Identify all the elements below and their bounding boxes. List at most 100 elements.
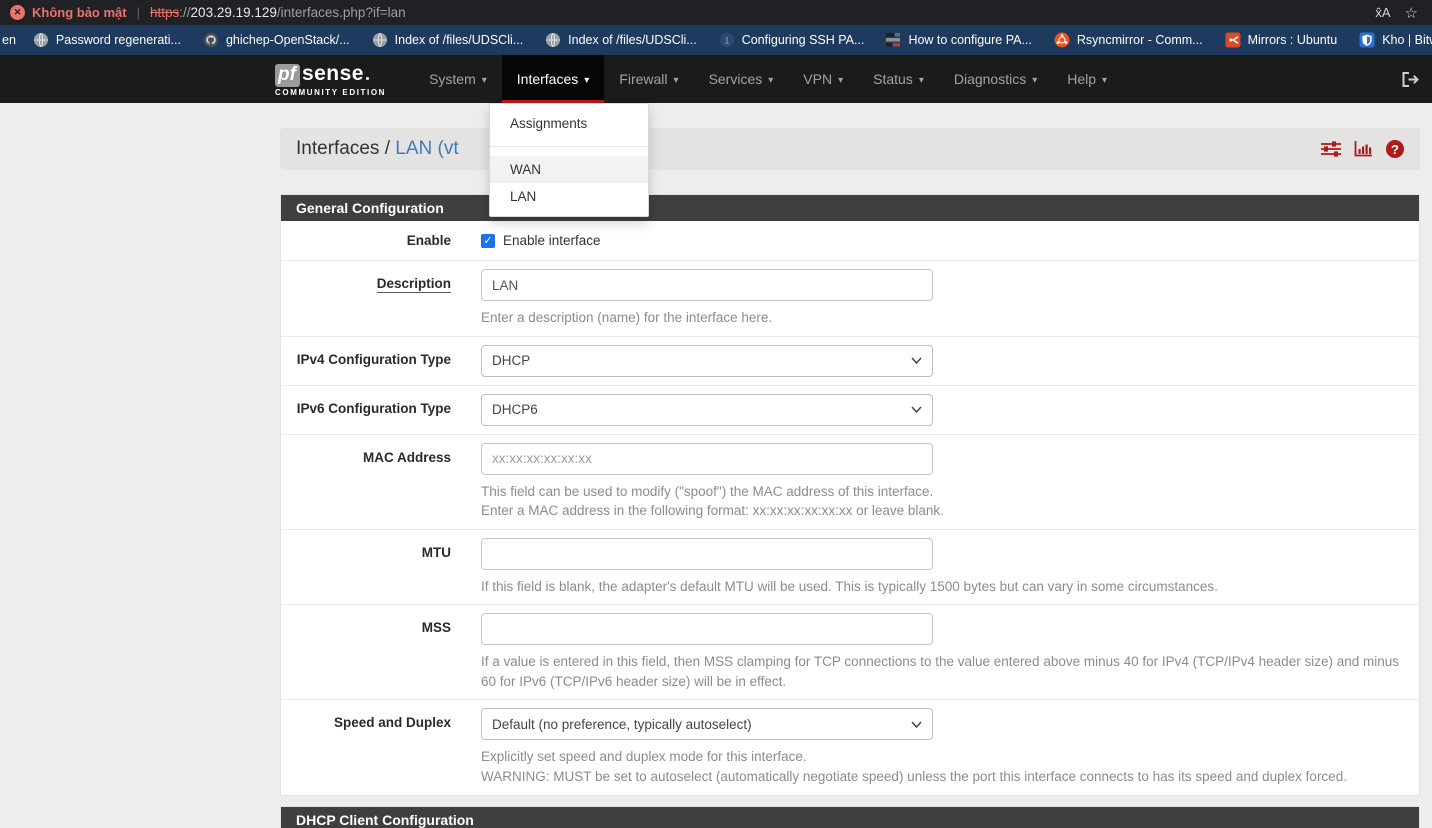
help-icon[interactable]: ? xyxy=(1386,140,1404,158)
general-configuration-panel: General Configuration Enable ✓ Enable in… xyxy=(280,194,1420,796)
nav-interfaces[interactable]: Interfaces▾ xyxy=(502,55,605,103)
help-text: WARNING: MUST be set to autoselect (auto… xyxy=(481,769,1347,784)
field-label: Enable xyxy=(296,233,451,248)
nav-label: Interfaces xyxy=(517,71,578,87)
help-text: Explicitly set speed and duplex mode for… xyxy=(481,749,807,764)
bookmark-label: Password regenerati... xyxy=(56,33,181,47)
help-text: If a value is entered in this field, the… xyxy=(481,652,1404,691)
help-text: If this field is blank, the adapter's de… xyxy=(481,577,1404,597)
ipv4-type-row: IPv4 Configuration Type DHCP xyxy=(281,337,1419,386)
breadcrumb: Interfaces / LAN (vt ? xyxy=(280,128,1420,170)
nav-diagnostics[interactable]: Diagnostics▾ xyxy=(939,55,1052,103)
pfsense-navbar: pf sense COMMUNITY EDITION System▾ Inter… xyxy=(0,55,1432,103)
bookmark-label: Kho | Bitwarden Web... xyxy=(1382,33,1432,47)
url-scheme: https xyxy=(150,5,179,20)
panel-title: DHCP Client Configuration xyxy=(281,807,1419,828)
menu-item-lan[interactable]: LAN xyxy=(490,183,648,210)
bookmark-star-icon[interactable]: ☆ xyxy=(1405,4,1418,22)
speed-duplex-select[interactable]: Default (no preference, typically autose… xyxy=(481,708,933,740)
breadcrumb-current-link[interactable]: LAN (vt xyxy=(395,138,458,159)
bookmark-label: Index of /files/UDSCli... xyxy=(568,33,697,47)
logo-pf-badge: pf xyxy=(275,64,300,87)
bookmark-label: Mirrors : Ubuntu xyxy=(1248,33,1338,47)
bookmark-item[interactable]: Index of /files/UDSCli... xyxy=(534,32,708,48)
menu-item-assignments[interactable]: Assignments xyxy=(490,110,648,137)
nav-status[interactable]: Status▾ xyxy=(858,55,939,103)
ubuntu-icon xyxy=(1054,32,1070,48)
bitwarden-shield-icon xyxy=(1359,32,1375,48)
nav-label: Services xyxy=(709,71,763,87)
nav-system[interactable]: System▾ xyxy=(414,55,502,103)
description-input[interactable] xyxy=(481,269,933,301)
chevron-down-icon xyxy=(911,721,922,728)
help-text: Enter a MAC address in the following for… xyxy=(481,503,944,518)
pfsense-logo[interactable]: pf sense COMMUNITY EDITION xyxy=(275,55,386,103)
address-separator: | xyxy=(137,5,140,20)
chevron-down-icon xyxy=(911,406,922,413)
menu-item-wan[interactable]: WAN xyxy=(490,156,648,183)
bookmark-label: en xyxy=(2,33,16,47)
not-secure-icon[interactable]: ✕ xyxy=(10,5,25,20)
ipv4-configuration-type-select[interactable]: DHCP xyxy=(481,345,933,377)
ipv6-configuration-type-select[interactable]: DHCP6 xyxy=(481,394,933,426)
bookmark-item[interactable]: Kho | Bitwarden Web... xyxy=(1348,32,1432,48)
url-host: 203.29.19.129 xyxy=(191,5,277,20)
bookmark-item[interactable]: How to configure PA... xyxy=(875,33,1042,47)
ubuntu-mirrors-icon xyxy=(1225,32,1241,48)
mss-input[interactable] xyxy=(481,613,933,645)
help-text: Enter a description (name) for the inter… xyxy=(481,308,1404,328)
field-label: MTU xyxy=(296,538,451,597)
bookmark-label: Rsyncmirror - Comm... xyxy=(1077,33,1203,47)
bookmark-label: Index of /files/UDSCli... xyxy=(395,33,524,47)
chevron-down-icon: ▾ xyxy=(838,75,843,86)
logo-dot xyxy=(366,77,369,80)
logout-button[interactable] xyxy=(1401,55,1420,103)
nav-label: Status xyxy=(873,71,913,87)
bookmark-item[interactable]: ghichep-OpenStack/... xyxy=(192,32,361,48)
mtu-input[interactable] xyxy=(481,538,933,570)
nav-services[interactable]: Services▾ xyxy=(694,55,789,103)
description-row: Description Enter a description (name) f… xyxy=(281,261,1419,337)
nav-vpn[interactable]: VPN ▾ xyxy=(788,55,858,103)
sliders-icon[interactable] xyxy=(1321,141,1341,157)
field-label: MAC Address xyxy=(296,443,451,521)
globe-icon xyxy=(33,32,49,48)
field-label: IPv6 Configuration Type xyxy=(296,394,451,426)
svg-text:1: 1 xyxy=(724,36,729,46)
dhcp-client-configuration-panel: DHCP Client Configuration Options Advanc… xyxy=(280,806,1420,828)
bookmark-item[interactable]: Password regenerati... xyxy=(22,32,192,48)
nav-help[interactable]: Help▾ xyxy=(1052,55,1122,103)
security-warning[interactable]: Không bảo mật xyxy=(32,5,127,20)
url-text[interactable]: https://203.29.19.129/interfaces.php?if=… xyxy=(150,5,406,20)
bookmark-label: Configuring SSH PA... xyxy=(742,33,865,47)
bookmark-item[interactable]: Mirrors : Ubuntu xyxy=(1214,32,1349,48)
ipv6-type-row: IPv6 Configuration Type DHCP6 xyxy=(281,386,1419,435)
chevron-down-icon: ▾ xyxy=(1102,75,1107,86)
logo-sense-text: sense xyxy=(302,62,364,86)
bar-chart-icon[interactable] xyxy=(1354,141,1373,157)
url-path: /interfaces.php?if=lan xyxy=(277,5,406,20)
help-text: This field can be used to modify ("spoof… xyxy=(481,484,933,499)
url-slashes: :// xyxy=(179,5,190,20)
grid-icon xyxy=(886,33,901,47)
globe-icon xyxy=(372,32,388,48)
browser-address-bar: ✕ Không bảo mật | https://203.29.19.129/… xyxy=(0,0,1432,25)
checkbox-label[interactable]: Enable interface xyxy=(503,233,601,248)
translate-icon[interactable]: x̂A xyxy=(1375,5,1390,20)
bookmark-item[interactable]: en xyxy=(0,33,22,47)
mac-address-row: MAC Address This field can be used to mo… xyxy=(281,435,1419,530)
bookmark-item[interactable]: 1 Configuring SSH PA... xyxy=(708,32,876,48)
enable-interface-checkbox[interactable]: ✓ xyxy=(481,234,495,248)
bookmark-item[interactable]: Index of /files/UDSCli... xyxy=(361,32,535,48)
bookmarks-bar: en Password regenerati... ghichep-OpenSt… xyxy=(0,25,1432,55)
logo-subtitle: COMMUNITY EDITION xyxy=(275,88,386,97)
nav-label: VPN xyxy=(803,71,832,87)
bookmark-item[interactable]: Rsyncmirror - Comm... xyxy=(1043,32,1214,48)
field-label: IPv4 Configuration Type xyxy=(296,345,451,377)
chevron-down-icon: ▾ xyxy=(482,75,487,86)
nav-firewall[interactable]: Firewall▾ xyxy=(604,55,693,103)
menu-divider xyxy=(490,146,648,147)
chevron-down-icon: ▾ xyxy=(1032,75,1037,86)
select-value: Default (no preference, typically autose… xyxy=(492,717,752,732)
mac-address-input[interactable] xyxy=(481,443,933,475)
